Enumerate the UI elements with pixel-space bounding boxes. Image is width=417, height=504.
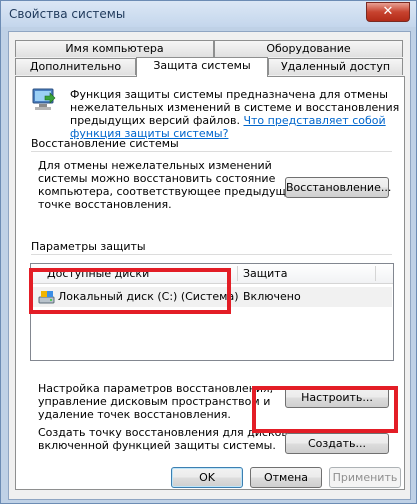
- intro-text-part: предыдущих версий файлов.: [70, 114, 244, 127]
- tab-label: Оборудование: [266, 42, 351, 55]
- text-line: точке восстановления.: [38, 198, 172, 211]
- restore-heading: Восстановление системы: [31, 137, 179, 150]
- system-properties-window: Свойства системы ✕ Имя компьютера Оборуд…: [0, 0, 417, 504]
- ok-button[interactable]: OK: [171, 467, 243, 488]
- text-line: включенной функцией защиты системы.: [38, 439, 276, 452]
- tab-label: Удаленный доступ: [280, 60, 391, 73]
- intro-line: предыдущих версий файлов. Что представля…: [70, 114, 400, 127]
- window-title: Свойства системы: [9, 7, 126, 21]
- system-protection-icon: [32, 88, 56, 110]
- tab-advanced[interactable]: Дополнительно: [15, 58, 136, 75]
- text-line: системы можно восстановить состояние: [38, 172, 276, 185]
- text-line: компьютера, соответствующее предыдущей: [38, 185, 300, 198]
- tab-remote[interactable]: Удаленный доступ: [268, 58, 403, 75]
- protection-heading: Параметры защиты: [31, 240, 146, 253]
- intro-line: Функция защиты системы предназначена для…: [70, 88, 388, 101]
- close-button[interactable]: ✕: [366, 2, 410, 22]
- create-button[interactable]: Создать...: [285, 433, 389, 454]
- text-line: управление дисковым пространством и: [38, 395, 271, 408]
- highlight-drive-annotation: [29, 268, 231, 314]
- text-line: Для отмены нежелательных изменений: [38, 159, 272, 172]
- tab-system-protection[interactable]: Защита системы: [136, 57, 268, 77]
- column-protection[interactable]: Защита: [243, 267, 287, 280]
- tab-computer-name[interactable]: Имя компьютера: [15, 40, 214, 57]
- text-line: Настройка параметров восстановления,: [38, 382, 274, 395]
- column-divider: [237, 266, 238, 281]
- column-divider: [375, 266, 376, 281]
- tab-label: Имя компьютера: [65, 42, 164, 55]
- tab-label: Дополнительно: [29, 60, 122, 73]
- system-restore-button[interactable]: Восстановление...: [285, 177, 391, 198]
- divider: [31, 151, 392, 152]
- restore-description: Для отмены нежелательных изменений систе…: [38, 159, 300, 211]
- cancel-button[interactable]: Отмена: [250, 467, 322, 488]
- text-line: удаление точек восстановления.: [38, 408, 231, 421]
- tab-hardware[interactable]: Оборудование: [214, 40, 403, 57]
- help-link[interactable]: Что представляет собой: [243, 114, 385, 127]
- apply-button[interactable]: Применить: [329, 467, 401, 488]
- title-bar[interactable]: Свойства системы ✕: [1, 1, 416, 27]
- highlight-create-annotation: [252, 386, 398, 433]
- intro-line: нежелательных изменений в системе и восс…: [70, 101, 400, 114]
- configure-description: Настройка параметров восстановления, упр…: [38, 382, 273, 421]
- divider: [31, 254, 392, 255]
- drive-protection-status: Включено: [243, 290, 301, 303]
- intro-text: Функция защиты системы предназначена для…: [70, 88, 400, 140]
- close-icon: ✕: [382, 4, 394, 19]
- tab-label: Защита системы: [153, 59, 251, 72]
